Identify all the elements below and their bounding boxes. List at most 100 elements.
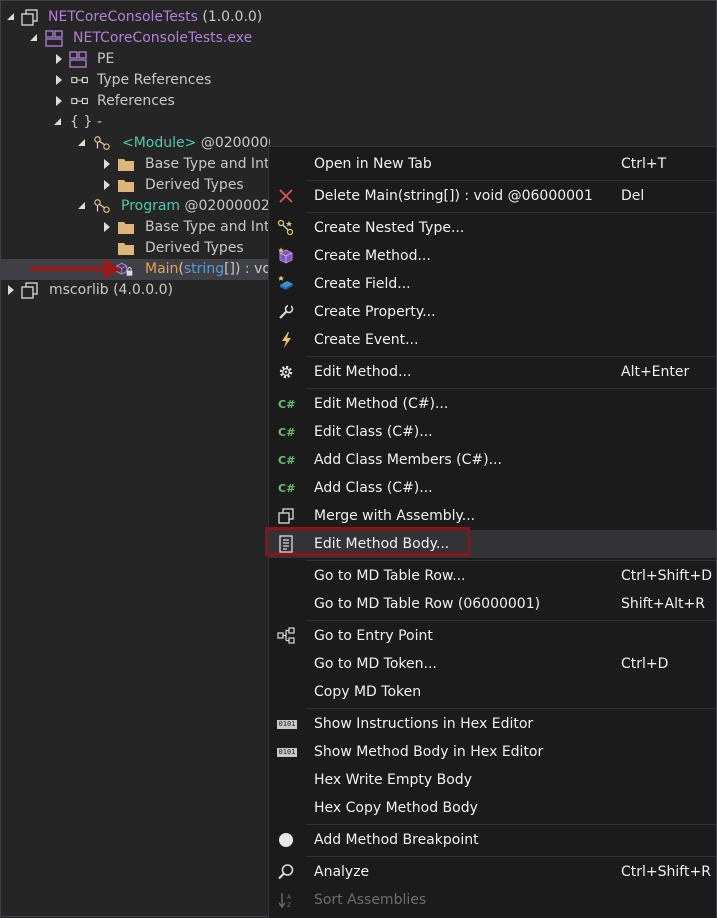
menu-item-label: Hex Write Empty Body: [314, 772, 472, 788]
menu-item-hex-write-empty-body[interactable]: Hex Write Empty Body: [269, 766, 716, 794]
menu-separator: [307, 212, 716, 213]
menu-item-label: Add Class Members (C#)...: [314, 452, 502, 468]
menu-item-go-to-md-token[interactable]: Go to MD Token... Ctrl+D: [269, 650, 716, 678]
tree-row-module-file[interactable]: NETCoreConsoleTests.exe: [0, 28, 270, 49]
mscorlib-version: (4.0.0.0): [108, 282, 173, 298]
menu-item-label: Hex Copy Method Body: [314, 800, 478, 816]
assembly-version: (1.0.0.0): [197, 9, 263, 25]
menu-item-create-field[interactable]: Create Field...: [269, 270, 716, 298]
svg-text:A: A: [287, 894, 292, 901]
menu-item-label: Open in New Tab: [314, 156, 432, 172]
menu-item-create-event[interactable]: Create Event...: [269, 326, 716, 354]
breakpoint-icon: [279, 833, 293, 847]
menu-separator: [307, 356, 716, 357]
menu-item-delete[interactable]: Delete Main(string[]) : void @06000001 D…: [269, 182, 716, 210]
tree-row-assembly[interactable]: NETCoreConsoleTests (1.0.0.0): [0, 7, 270, 28]
module-file-name: NETCoreConsoleTests.exe: [73, 30, 253, 46]
menu-item-create-method[interactable]: Create Method...: [269, 242, 716, 270]
menu-item-label: Add Class (C#)...: [314, 480, 433, 496]
menu-item-go-to-md-table-row[interactable]: Go to MD Table Row... Ctrl+Shift+D: [269, 562, 716, 590]
pe-icon: [69, 51, 87, 68]
tree-row-type-references[interactable]: Type References: [0, 70, 270, 91]
expand-triangle-icon[interactable]: [6, 280, 16, 301]
menu-separator: [307, 560, 716, 561]
assembly-name: NETCoreConsoleTests: [48, 9, 198, 25]
tree-row-derived-types[interactable]: Derived Types: [0, 238, 270, 259]
tree-row-program-type[interactable]: Program @02000002: [0, 196, 270, 217]
collapse-triangle-icon[interactable]: [77, 133, 87, 154]
tree-row-namespace[interactable]: { } -: [0, 112, 270, 133]
pe-label: PE: [97, 51, 115, 67]
menu-item-add-class-csharp[interactable]: C# Add Class (C#)...: [269, 474, 716, 502]
menu-item-create-property[interactable]: Create Property...: [269, 298, 716, 326]
csharp-icon: C#: [278, 482, 295, 495]
menu-separator: [307, 388, 716, 389]
menu-item-edit-class-csharp[interactable]: C# Edit Class (C#)...: [269, 418, 716, 446]
tree-row-mscorlib[interactable]: mscorlib (4.0.0.0): [0, 280, 270, 301]
main-method-name: Main: [145, 261, 179, 277]
menu-item-show-instructions-hex[interactable]: 0101 Show Instructions in Hex Editor: [269, 710, 716, 738]
menu-item-label: Go to Entry Point: [314, 628, 433, 644]
hex-icon: 0101: [277, 748, 297, 757]
class-icon: [94, 136, 110, 150]
expand-triangle-icon[interactable]: [102, 154, 112, 175]
svg-text:C#: C#: [278, 398, 295, 411]
menu-item-shortcut: Ctrl+T: [621, 156, 667, 172]
expand-triangle-icon[interactable]: [54, 91, 64, 112]
menu-separator: [307, 708, 716, 709]
method-icon: [278, 247, 293, 264]
menu-item-analyze[interactable]: Analyze Ctrl+Shift+R: [269, 858, 716, 886]
expand-triangle-icon[interactable]: [102, 175, 112, 196]
tree-row-base-types[interactable]: Base Type and Interfaces: [0, 154, 270, 175]
menu-item-label: Create Field...: [314, 276, 411, 292]
tree-row-module-type[interactable]: <Module> @02000001: [0, 133, 270, 154]
menu-item-merge-with-assembly[interactable]: Merge with Assembly...: [269, 502, 716, 530]
entry-point-icon: [277, 627, 295, 644]
menu-item-hex-copy-method-body[interactable]: Hex Copy Method Body: [269, 794, 716, 822]
menu-item-add-method-breakpoint[interactable]: Add Method Breakpoint: [269, 826, 716, 854]
expand-triangle-icon[interactable]: [54, 70, 64, 91]
menu-separator: [307, 824, 716, 825]
collapse-triangle-icon[interactable]: [29, 28, 39, 49]
menu-item-shortcut: Ctrl+Shift+R: [621, 864, 711, 880]
merge-icon: [278, 508, 294, 524]
reference-icon: [71, 77, 88, 84]
gear-icon: [279, 365, 293, 379]
menu-item-create-nested-type[interactable]: Create Nested Type...: [269, 214, 716, 242]
menu-item-open-in-new-tab[interactable]: Open in New Tab Ctrl+T: [269, 150, 716, 178]
menu-item-copy-md-token[interactable]: Copy MD Token: [269, 678, 716, 706]
expand-triangle-icon[interactable]: [102, 217, 112, 238]
tree-row-base-types[interactable]: Base Type and Interfaces: [0, 217, 270, 238]
csharp-icon: C#: [278, 454, 295, 467]
menu-item-go-to-entry-point[interactable]: Go to Entry Point: [269, 622, 716, 650]
module-type-name: <Module>: [122, 135, 197, 151]
collapse-triangle-icon[interactable]: [6, 7, 16, 28]
collapse-triangle-icon[interactable]: [53, 112, 63, 133]
menu-item-go-to-md-table-row-06000001[interactable]: Go to MD Table Row (06000001) Shift+Alt+…: [269, 590, 716, 618]
program-type-token: @02000002: [180, 198, 270, 214]
base-types-label: Base Type and Interfaces: [145, 156, 270, 172]
menu-item-shortcut: Ctrl+D: [621, 656, 669, 672]
collapse-triangle-icon[interactable]: [77, 196, 87, 217]
menu-item-show-method-body-hex[interactable]: 0101 Show Method Body in Hex Editor: [269, 738, 716, 766]
svg-text:C#: C#: [278, 426, 295, 439]
menu-item-label: Delete Main(string[]) : void @06000001: [314, 188, 593, 204]
menu-item-shortcut: Ctrl+Shift+D: [621, 568, 712, 584]
menu-item-label: Copy MD Token: [314, 684, 422, 700]
hex-icon: 0101: [277, 720, 297, 729]
field-icon: [278, 275, 293, 290]
tree-row-references[interactable]: References: [0, 91, 270, 112]
tree-row-derived-types[interactable]: Derived Types: [0, 175, 270, 196]
menu-item-label: Show Method Body in Hex Editor: [314, 744, 544, 760]
menu-item-edit-method-csharp[interactable]: C# Edit Method (C#)...: [269, 390, 716, 418]
menu-item-add-class-members-csharp[interactable]: C# Add Class Members (C#)...: [269, 446, 716, 474]
menu-item-label: Create Property...: [314, 304, 436, 320]
expand-triangle-icon[interactable]: [54, 49, 64, 70]
menu-item-label: Analyze: [314, 864, 370, 880]
menu-item-label: Edit Class (C#)...: [314, 424, 433, 440]
menu-item-edit-method[interactable]: Edit Method... Alt+Enter: [269, 358, 716, 386]
main-method-signature-rest: []) : void: [224, 261, 270, 277]
tree-row-pe[interactable]: PE: [0, 49, 270, 70]
delete-icon: [279, 189, 293, 203]
annotation-arrow-icon: [104, 259, 120, 279]
